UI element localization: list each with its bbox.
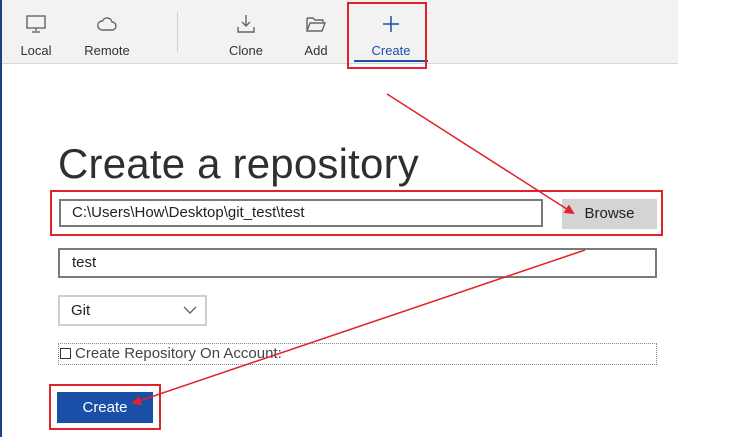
- annotation-arrows: [131, 93, 586, 406]
- annotation-arrow-to-browse: [386, 93, 575, 215]
- annotation-arrow-to-create: [131, 249, 586, 406]
